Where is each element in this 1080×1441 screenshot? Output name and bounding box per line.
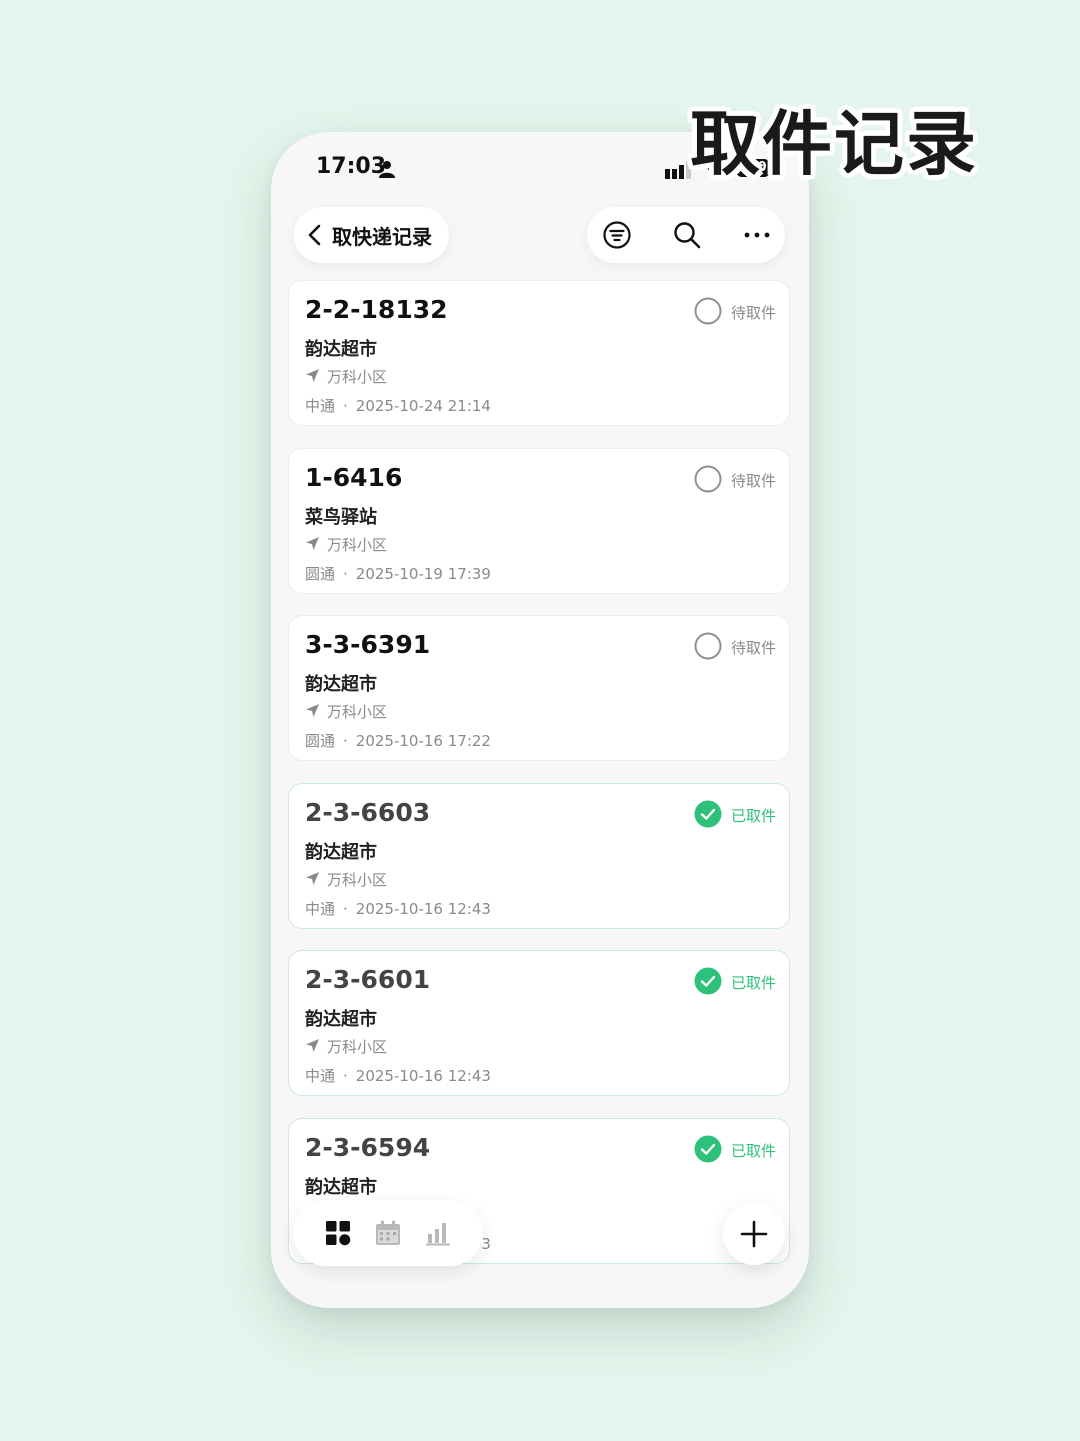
carrier-name: 圆通 — [305, 564, 336, 583]
status-label: 已取件 — [731, 806, 777, 825]
record-time: 2025-10-16 17:22 — [355, 732, 491, 750]
location-text: 万科小区 — [327, 1038, 388, 1056]
picked-check-icon[interactable] — [694, 967, 722, 995]
record-meta: 圆通 · 2025-10-19 17:39 — [305, 563, 491, 584]
record-card[interactable]: 3-3-6391 韵达超市万科小区圆通 · 2025-10-16 17:22 待取件 — [288, 615, 790, 761]
picked-check-icon[interactable] — [694, 800, 722, 828]
location-text: 万科小区 — [327, 368, 388, 386]
record-card[interactable]: 2-3-6603 韵达超市万科小区中通 · 2025-10-16 12:43 已取件 — [288, 782, 790, 929]
nav-actions — [587, 207, 785, 263]
carrier-name: 圆通 — [305, 732, 336, 750]
calendar-icon[interactable] — [374, 1219, 402, 1247]
status-label: 待取件 — [731, 639, 777, 657]
separator-dot: · — [343, 732, 348, 750]
person-icon — [379, 161, 395, 178]
station-name: 韵达超市 — [305, 841, 377, 863]
pickup-code: 1-6416 — [305, 462, 403, 492]
record-meta: 中通 · 2025-10-24 21:14 — [305, 395, 491, 416]
location-arrow-icon — [306, 369, 319, 382]
record-time: 2025-10-16 12:43 — [355, 899, 491, 918]
record-card[interactable]: 1-6416 菜鸟驿站万科小区圆通 · 2025-10-19 17:39 待取件 — [288, 447, 790, 594]
phone-screen: 17:03 100 取快递记录 2-2-18132 韵达超市 万科小区 中通 ·… — [271, 132, 809, 1308]
pending-circle-icon[interactable] — [694, 297, 722, 325]
plus-icon — [740, 1220, 768, 1248]
record-meta: 中通 · 2025-10-16 12:43 — [305, 898, 491, 919]
carrier-name: 中通 — [305, 899, 336, 918]
location-text: 万科小区 — [327, 703, 388, 721]
status-label: 待取件 — [731, 304, 777, 322]
record-time: 2025-10-19 17:39 — [355, 564, 491, 583]
back-chevron-icon — [308, 224, 321, 246]
carrier-name: 中通 — [305, 1067, 336, 1085]
record-time: 2025-10-16 12:43 — [355, 1067, 491, 1085]
location-text: 万科小区 — [327, 870, 388, 889]
station-name: 韵达超市 — [305, 1176, 377, 1198]
status-label: 待取件 — [731, 471, 777, 490]
pending-circle-icon[interactable] — [694, 465, 722, 493]
filter-icon[interactable] — [602, 220, 632, 250]
location-arrow-icon — [306, 1039, 319, 1052]
page-title: 取快递记录 — [332, 224, 432, 249]
add-record-button[interactable] — [723, 1203, 785, 1265]
pickup-code: 3-3-6391 — [305, 630, 431, 659]
station-name: 韵达超市 — [305, 1009, 377, 1030]
record-time: 2025-10-24 21:14 — [355, 397, 491, 415]
separator-dot: · — [343, 397, 348, 415]
pickup-code: 2-3-6594 — [305, 1132, 431, 1162]
search-icon[interactable] — [672, 220, 702, 250]
picked-check-icon[interactable] — [694, 1135, 722, 1163]
bottom-tab-bar — [293, 1200, 483, 1266]
station-name: 韵达超市 — [305, 339, 377, 360]
status-label: 已取件 — [731, 1141, 777, 1160]
pending-circle-icon[interactable] — [694, 632, 722, 660]
pickup-code: 2-3-6601 — [305, 965, 431, 994]
more-icon[interactable] — [742, 220, 772, 250]
record-meta: 圆通 · 2025-10-16 17:22 — [305, 730, 491, 751]
record-card[interactable]: 2-2-18132 韵达超市万科小区中通 · 2025-10-24 21:14 待取件 — [288, 280, 790, 426]
separator-dot: · — [343, 899, 348, 918]
location-arrow-icon — [306, 704, 319, 717]
location-arrow-icon — [306, 536, 319, 550]
separator-dot: · — [343, 564, 348, 583]
record-card[interactable]: 2-3-6601 韵达超市万科小区中通 · 2025-10-16 12:43 已取件 — [288, 950, 790, 1096]
promo-title: 取件记录 — [690, 103, 978, 185]
location-text: 万科小区 — [327, 535, 388, 554]
status-label: 已取件 — [731, 974, 777, 992]
bar-chart-icon[interactable] — [424, 1219, 452, 1247]
location-arrow-icon — [306, 871, 319, 885]
station-name: 韵达超市 — [305, 674, 377, 695]
separator-dot: · — [343, 1067, 348, 1085]
status-time: 17:03 — [316, 154, 387, 179]
carrier-name: 中通 — [305, 397, 336, 415]
pickup-code: 2-2-18132 — [305, 295, 448, 324]
record-meta: 中通 · 2025-10-16 12:43 — [305, 1065, 491, 1086]
back-button[interactable]: 取快递记录 — [294, 207, 449, 263]
station-name: 菜鸟驿站 — [305, 506, 377, 528]
grid-icon[interactable] — [324, 1219, 352, 1247]
pickup-code: 2-3-6603 — [305, 797, 431, 827]
